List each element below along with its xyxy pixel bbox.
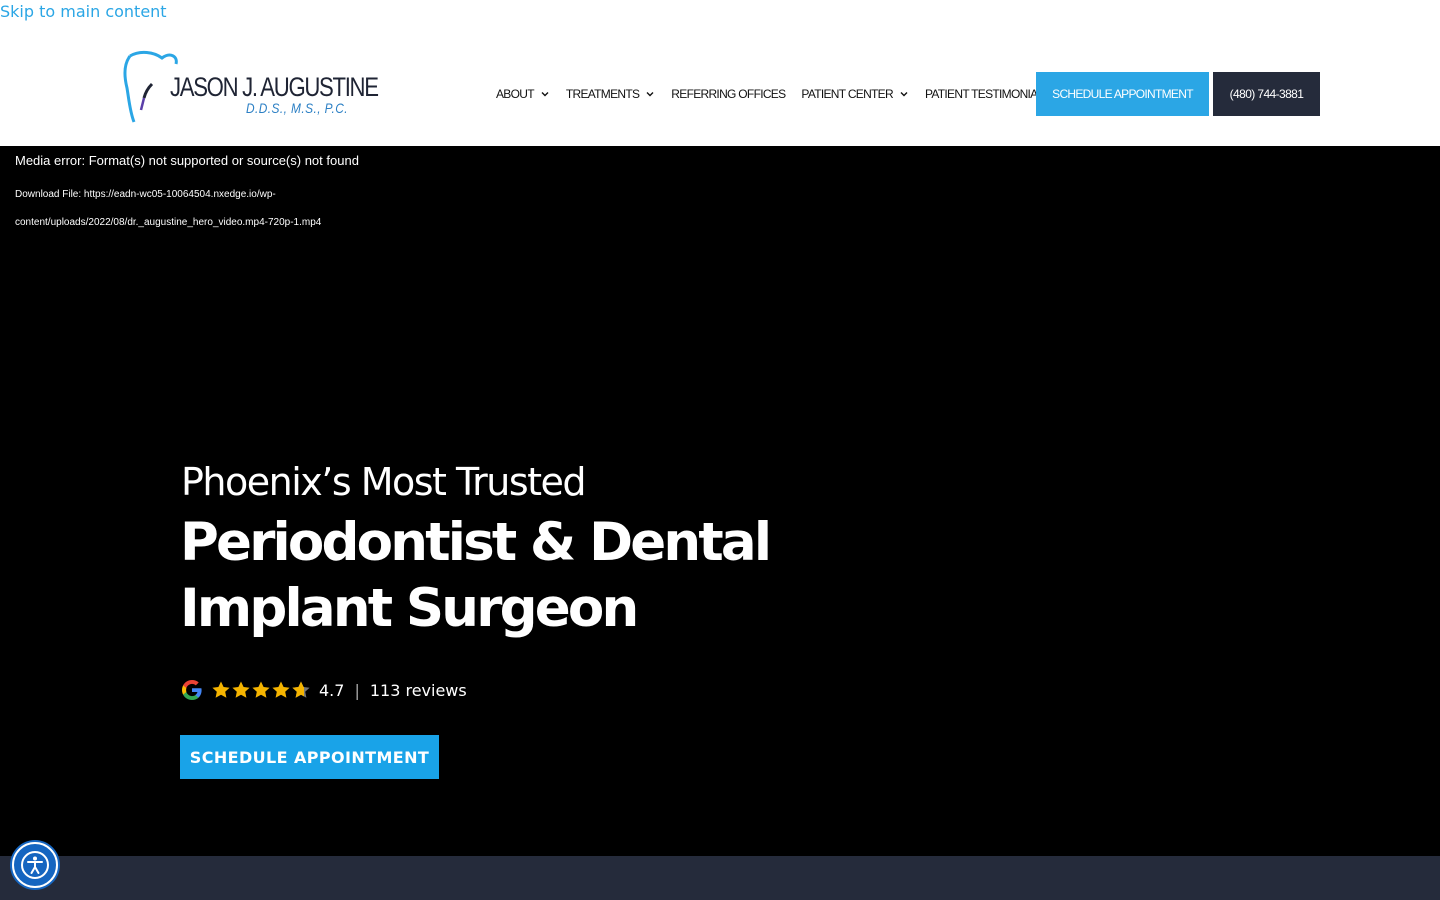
- header-phone-button[interactable]: (480) 744-3881: [1213, 72, 1320, 116]
- nav-referring-offices-label: REFERRING OFFICES: [671, 87, 786, 101]
- skip-to-content-link[interactable]: Skip to main content: [0, 2, 167, 21]
- nav-patient-testimonials[interactable]: PATIENT TESTIMONIALS: [924, 87, 1052, 101]
- chevron-down-icon: [541, 92, 549, 97]
- accessibility-icon: [21, 851, 49, 879]
- chevron-down-icon: [646, 92, 654, 97]
- media-error-message: Media error: Format(s) not supported or …: [15, 153, 359, 168]
- hero-section: Media error: Format(s) not supported or …: [0, 146, 1440, 856]
- logo-credentials: D.D.S., M.S., P.C.: [246, 100, 348, 116]
- download-file-link[interactable]: Download File: https://eadn-wc05-1006450…: [15, 181, 345, 237]
- nav-about[interactable]: ABOUT: [496, 87, 550, 101]
- rating-separator: |: [354, 680, 360, 700]
- accessibility-button[interactable]: [12, 842, 58, 888]
- bottom-band: [0, 856, 1440, 900]
- hero-schedule-appointment-button[interactable]: SCHEDULE APPOINTMENT: [180, 735, 439, 779]
- star-icon: [212, 681, 230, 698]
- site-header: JASON J. AUGUSTINE D.D.S., M.S., P.C. AB…: [0, 0, 1440, 146]
- star-half-icon: [292, 681, 310, 698]
- star-icon: [232, 681, 250, 698]
- star-icon: [252, 681, 270, 698]
- main-navigation: ABOUT TREATMENTS REFERRING OFFICES PATIE…: [496, 72, 1067, 116]
- site-logo[interactable]: JASON J. AUGUSTINE D.D.S., M.S., P.C.: [122, 50, 379, 124]
- review-count: 113 reviews: [369, 680, 467, 700]
- hero-title: Periodontist & Dental Implant Surgeon: [180, 512, 772, 639]
- hero-subtitle: Phoenix’s Most Trusted: [181, 460, 587, 504]
- rating-value: 4.7: [319, 680, 345, 700]
- nav-patient-center-label: PATIENT CENTER: [801, 87, 893, 101]
- rating-stars: [211, 680, 311, 700]
- chevron-down-icon: [900, 92, 908, 97]
- nav-patient-center[interactable]: PATIENT CENTER: [801, 87, 909, 101]
- google-rating[interactable]: 4.7 | 113 reviews: [180, 676, 467, 704]
- google-icon: [182, 680, 202, 700]
- nav-treatments[interactable]: TREATMENTS: [566, 87, 655, 101]
- nav-about-label: ABOUT: [496, 87, 535, 101]
- nav-patient-testimonials-label: PATIENT TESTIMONIALS: [924, 87, 1052, 101]
- header-schedule-appointment-button[interactable]: SCHEDULE APPOINTMENT: [1036, 72, 1209, 116]
- logo-name: JASON J. AUGUSTINE: [170, 72, 379, 102]
- nav-treatments-label: TREATMENTS: [565, 87, 640, 101]
- nav-referring-offices[interactable]: REFERRING OFFICES: [671, 87, 786, 101]
- star-icon: [272, 681, 290, 698]
